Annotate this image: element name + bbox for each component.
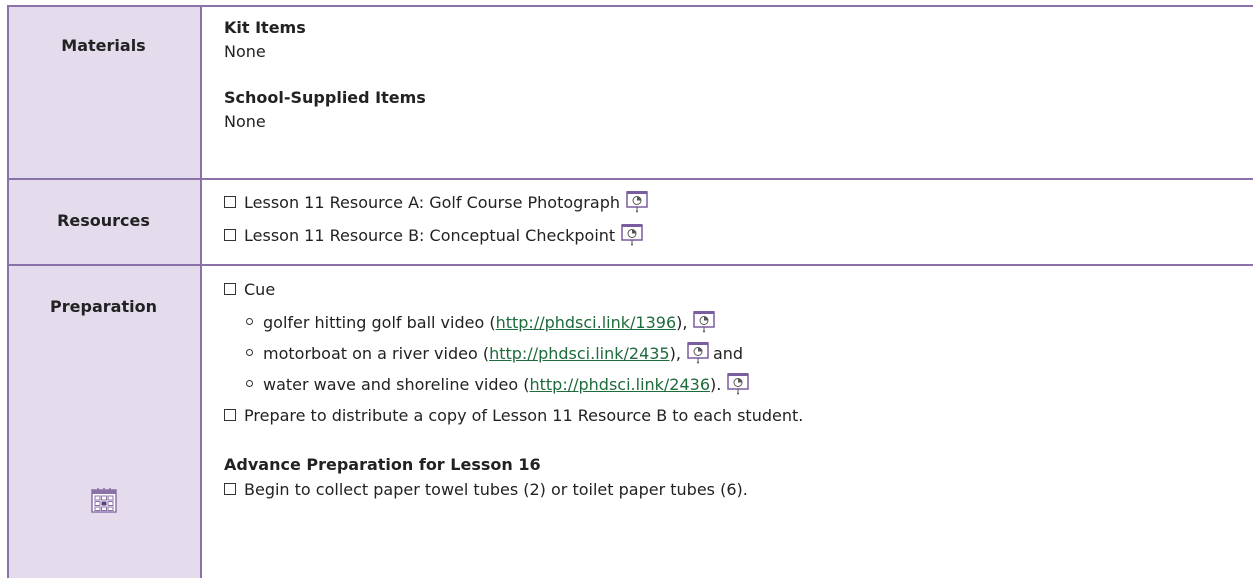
distribute-item: Prepare to distribute a copy of Lesson 1… xyxy=(224,406,803,425)
video-link[interactable]: http://phdsci.link/1396 xyxy=(496,313,677,332)
preparation-row: Preparation Cue golfer hitting golf ball… xyxy=(7,265,1253,578)
cue-item: Cue xyxy=(224,280,275,299)
video-item: golfer hitting golf ball video (http://p… xyxy=(246,310,719,337)
resource-item: Lesson 11 Resource B: Conceptual Checkpo… xyxy=(224,223,647,250)
column-divider xyxy=(200,5,202,578)
projector-icon xyxy=(687,341,709,368)
advance-item: Begin to collect paper towel tubes (2) o… xyxy=(224,480,748,499)
video-text: water wave and shoreline video ( xyxy=(263,375,530,394)
resources-label-cell: Resources xyxy=(7,179,200,265)
cue-label: Cue xyxy=(244,280,276,299)
calendar-icon xyxy=(91,487,117,517)
resources-row: Resources Lesson 11 Resource A: Golf Cou… xyxy=(7,179,1253,265)
materials-content: Kit Items None School-Supplied Items Non… xyxy=(202,5,1253,179)
video-link[interactable]: http://phdsci.link/2435 xyxy=(489,344,670,363)
row-divider xyxy=(7,178,1253,180)
resource-b-label: Lesson 11 Resource B: Conceptual Checkpo… xyxy=(244,226,616,245)
kit-items-value: None xyxy=(224,42,266,61)
checkbox-icon[interactable] xyxy=(224,483,236,495)
row-divider xyxy=(7,5,1253,7)
preparation-label: Preparation xyxy=(50,297,157,316)
resources-label: Resources xyxy=(57,211,150,230)
materials-label: Materials xyxy=(61,36,146,55)
bullet-circle-icon xyxy=(246,318,253,325)
projector-icon xyxy=(693,310,716,337)
materials-row: Materials Kit Items None School-Supplied… xyxy=(7,5,1253,179)
resource-item: Lesson 11 Resource A: Golf Course Photog… xyxy=(224,190,652,217)
preparation-content: Cue golfer hitting golf ball video (http… xyxy=(202,265,1253,578)
checkbox-icon[interactable] xyxy=(224,283,236,295)
kit-items-heading: Kit Items xyxy=(224,18,306,37)
distribute-label: Prepare to distribute a copy of Lesson 1… xyxy=(244,406,804,425)
checkbox-icon[interactable] xyxy=(224,229,236,241)
video-text-end: ), xyxy=(676,313,688,332)
school-items-heading: School-Supplied Items xyxy=(224,88,426,107)
video-text: motorboat on a river video ( xyxy=(263,344,490,363)
video-item: water wave and shoreline video (http://p… xyxy=(246,372,753,399)
resource-a-label: Lesson 11 Resource A: Golf Course Photog… xyxy=(244,193,620,212)
projector-icon xyxy=(727,372,750,399)
preparation-label-cell: Preparation xyxy=(7,265,200,578)
checkbox-icon[interactable] xyxy=(224,409,236,421)
materials-label-cell: Materials xyxy=(7,5,200,179)
projector-icon xyxy=(621,223,643,250)
resources-content: Lesson 11 Resource A: Golf Course Photog… xyxy=(202,179,1253,265)
bullet-circle-icon xyxy=(246,380,253,387)
video-text-end: ). xyxy=(710,375,722,394)
school-items-value: None xyxy=(224,112,266,131)
advance-item-label: Begin to collect paper towel tubes (2) o… xyxy=(244,480,748,499)
checkbox-icon[interactable] xyxy=(224,196,236,208)
bullet-circle-icon xyxy=(246,349,253,356)
video-trail-text: and xyxy=(712,344,744,363)
video-item: motorboat on a river video (http://phdsc… xyxy=(246,341,743,368)
advance-heading: Advance Preparation for Lesson 16 xyxy=(224,455,541,474)
lesson-materials-table: Materials Kit Items None School-Supplied… xyxy=(7,5,1253,578)
table-left-border xyxy=(7,5,9,578)
video-text: golfer hitting golf ball video ( xyxy=(263,313,496,332)
video-text-end: ), xyxy=(669,344,681,363)
projector-icon xyxy=(626,190,648,217)
video-link[interactable]: http://phdsci.link/2436 xyxy=(529,375,710,394)
row-divider xyxy=(7,264,1253,266)
